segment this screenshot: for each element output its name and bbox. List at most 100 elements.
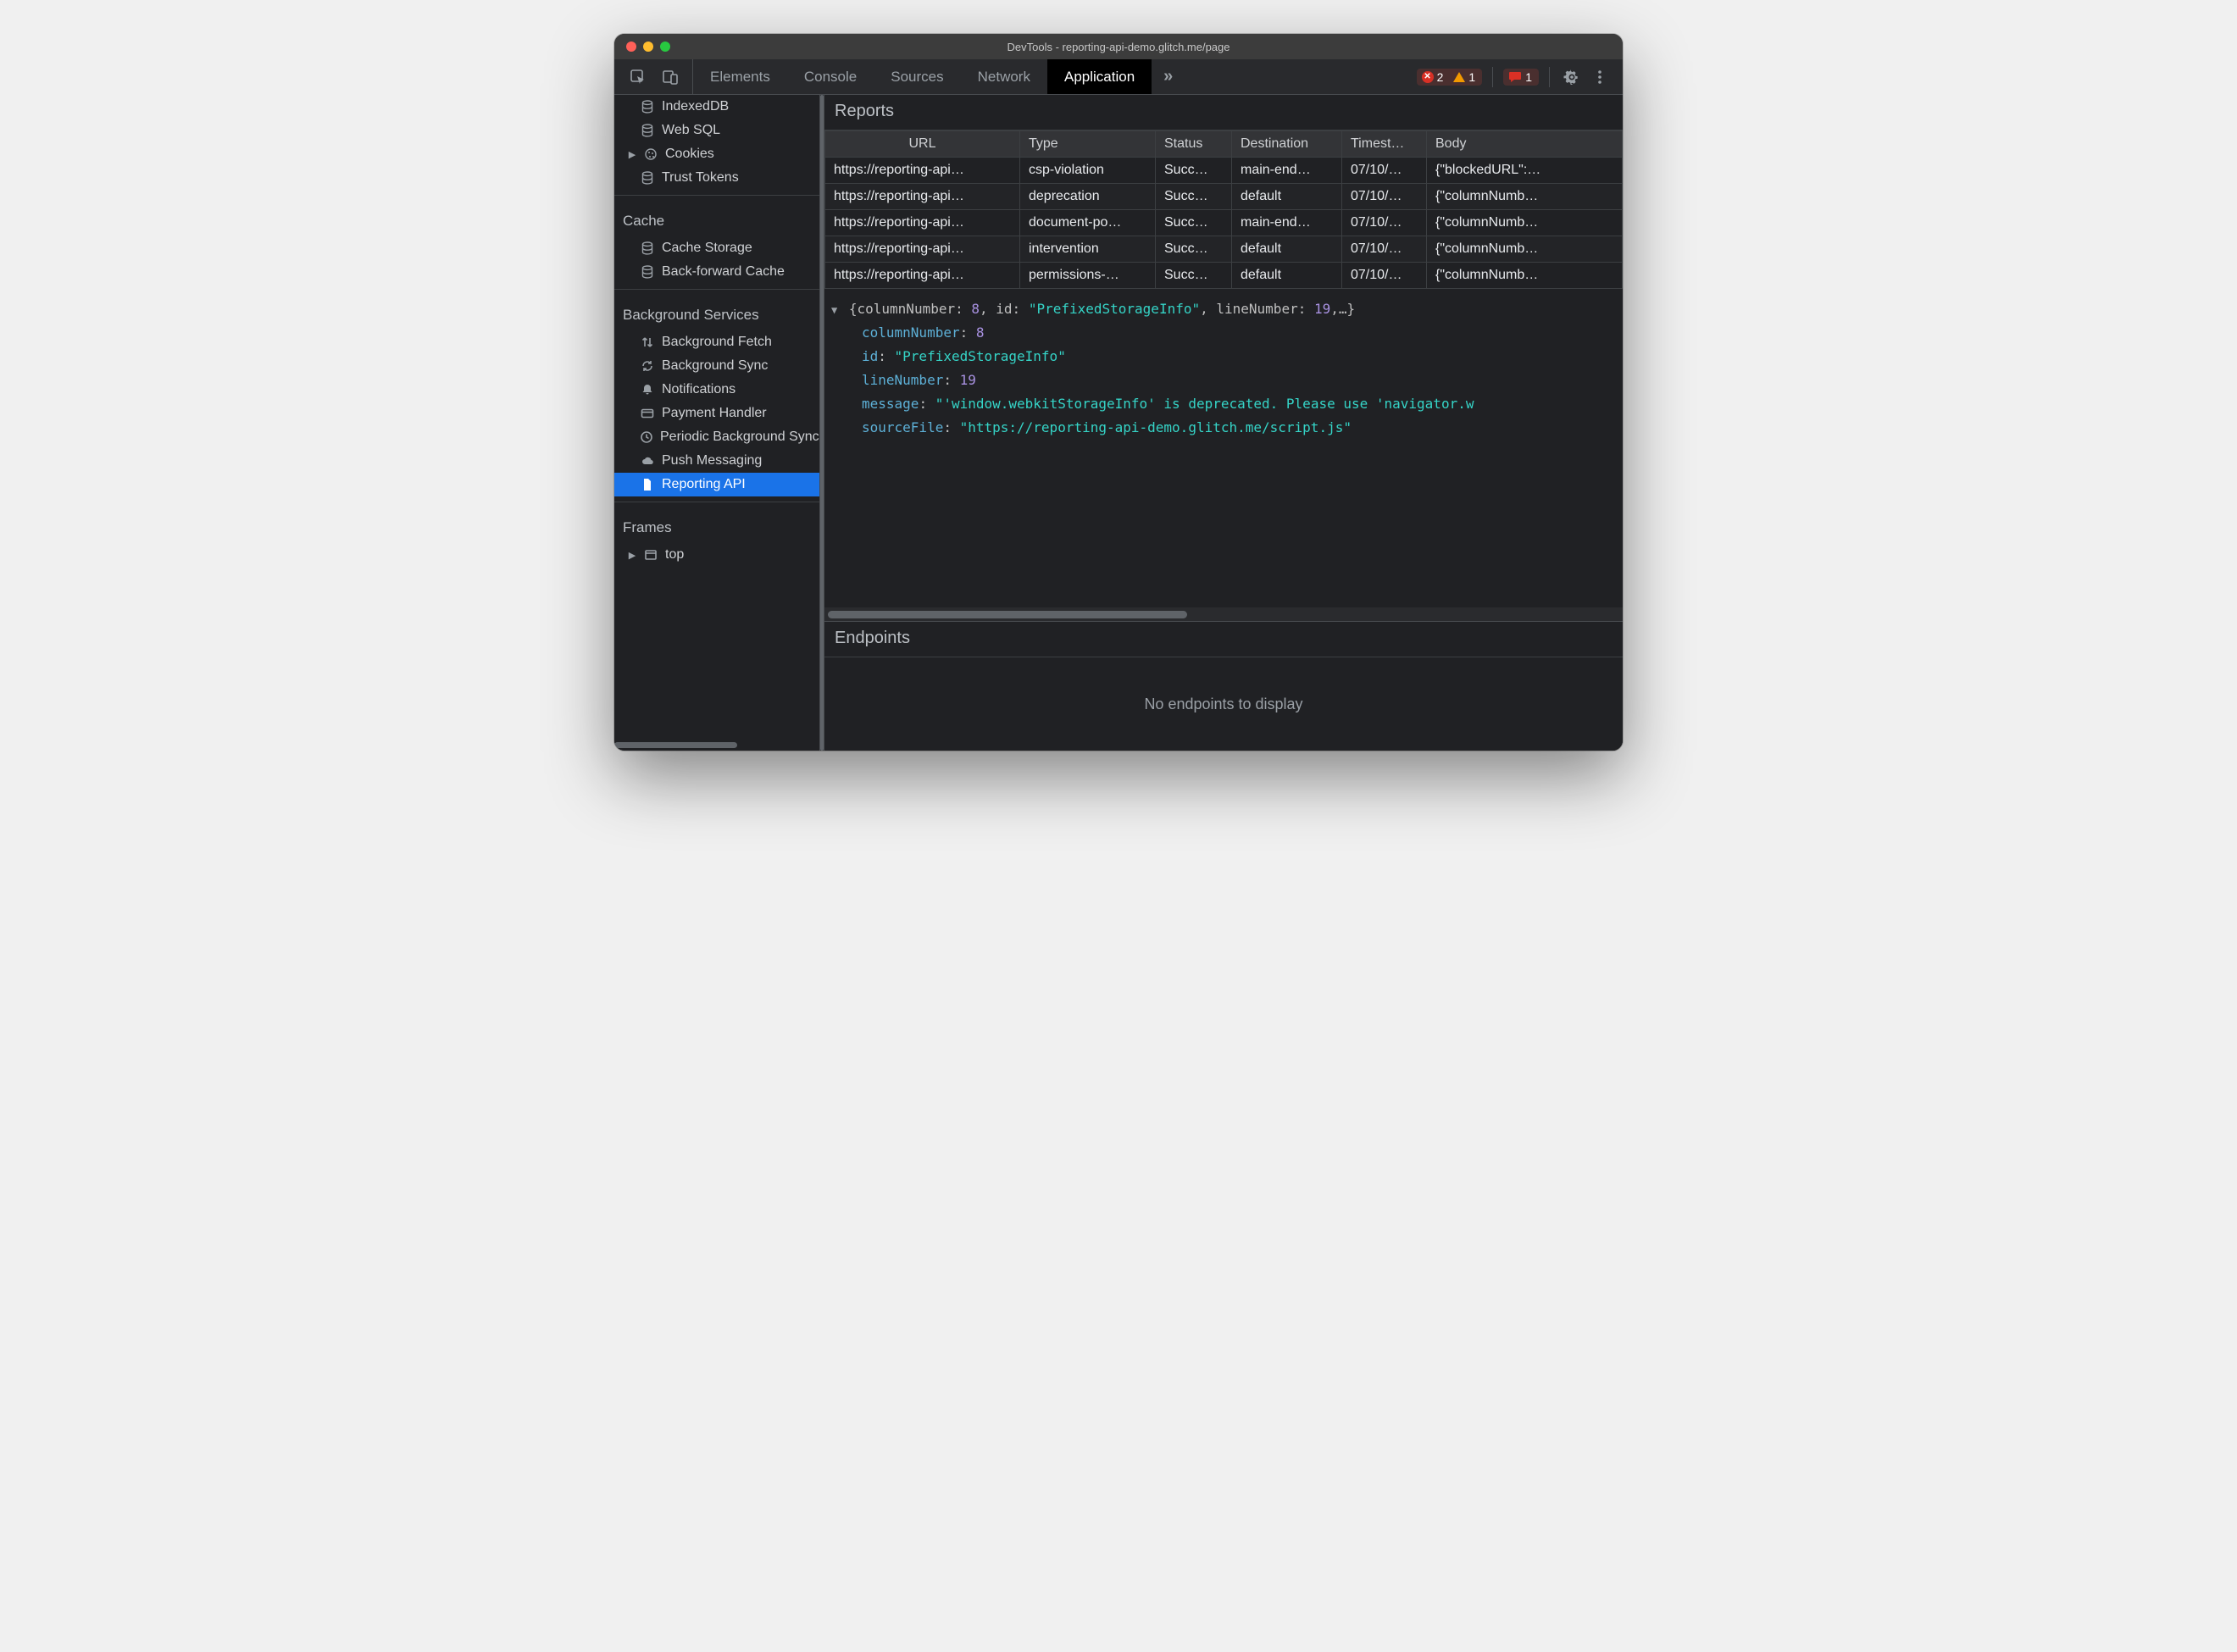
sidebar-item-indexeddb[interactable]: IndexedDB	[614, 95, 819, 119]
cell-ts: 07/10/…	[1342, 210, 1427, 236]
sidebar-item-reporting-api[interactable]: Reporting API	[614, 473, 819, 496]
application-sidebar: IndexedDB Web SQL ▶ Cookies Trust Tokens…	[614, 95, 819, 751]
object-property[interactable]: id: "PrefixedStorageInfo"	[831, 345, 1616, 369]
toolbar-left-group	[614, 59, 693, 94]
table-row[interactable]: https://reporting-api…deprecationSucc…de…	[825, 184, 1623, 210]
sidebar-item-label: Payment Handler	[662, 406, 767, 421]
prop-value: 8	[976, 324, 985, 341]
tab-sources[interactable]: Sources	[874, 59, 960, 94]
sidebar-item-bg-fetch[interactable]: Background Fetch	[614, 330, 819, 354]
more-tabs-button[interactable]: »	[1152, 59, 1185, 94]
sidebar-item-label: IndexedDB	[662, 99, 729, 114]
inspect-element-icon[interactable]	[630, 69, 647, 86]
sidebar-item-label: Push Messaging	[662, 453, 762, 468]
sidebar-item-payment-handler[interactable]: Payment Handler	[614, 402, 819, 425]
issues-icon	[1508, 71, 1522, 83]
cell-url: https://reporting-api…	[825, 263, 1020, 289]
sidebar-item-label: Background Sync	[662, 358, 768, 374]
report-detail-pane: ▼ {columnNumber: 8, id: "PrefixedStorage…	[824, 289, 1623, 607]
col-url[interactable]: URL	[825, 131, 1020, 158]
sidebar-item-notifications[interactable]: Notifications	[614, 378, 819, 402]
window-controls	[614, 42, 670, 52]
sidebar-item-bg-sync[interactable]: Background Sync	[614, 354, 819, 378]
up-down-icon	[640, 335, 655, 349]
col-body[interactable]: Body	[1427, 131, 1623, 158]
cell-dest: default	[1232, 184, 1342, 210]
cell-ts: 07/10/…	[1342, 236, 1427, 263]
object-summary[interactable]: ▼ {columnNumber: 8, id: "PrefixedStorage…	[831, 297, 1616, 321]
sidebar-item-label: Web SQL	[662, 123, 720, 138]
col-destination[interactable]: Destination	[1232, 131, 1342, 158]
cell-status: Succ…	[1156, 263, 1232, 289]
object-property[interactable]: sourceFile: "https://reporting-api-demo.…	[831, 416, 1616, 440]
cell-type: deprecation	[1020, 184, 1156, 210]
tab-elements[interactable]: Elements	[693, 59, 787, 94]
cell-type: intervention	[1020, 236, 1156, 263]
sidebar-item-push-messaging[interactable]: Push Messaging	[614, 449, 819, 473]
chevron-right-icon: ▶	[628, 149, 636, 160]
object-property[interactable]: message: "'window.webkitStorageInfo' is …	[831, 392, 1616, 416]
cell-ts: 07/10/…	[1342, 158, 1427, 184]
more-options-button[interactable]	[1589, 65, 1611, 89]
table-row[interactable]: https://reporting-api…csp-violationSucc……	[825, 158, 1623, 184]
prop-value: "PrefixedStorageInfo"	[895, 348, 1066, 364]
table-row[interactable]: https://reporting-api…interventionSucc…d…	[825, 236, 1623, 263]
sidebar-item-cache-storage[interactable]: Cache Storage	[614, 236, 819, 260]
col-type[interactable]: Type	[1020, 131, 1156, 158]
prop-key: columnNumber	[862, 324, 960, 341]
tab-application[interactable]: Application	[1047, 59, 1152, 94]
sync-icon	[640, 359, 655, 373]
table-header-row: URL Type Status Destination Timest… Body	[825, 131, 1623, 158]
tab-console[interactable]: Console	[787, 59, 874, 94]
cell-body: {"columnNumb…	[1427, 210, 1623, 236]
toolbar-divider	[1549, 67, 1550, 87]
zoom-window-button[interactable]	[660, 42, 670, 52]
cell-dest: default	[1232, 263, 1342, 289]
error-icon: ✕	[1422, 71, 1434, 83]
table-row[interactable]: https://reporting-api…permissions-…Succ……	[825, 263, 1623, 289]
sidebar-heading-bg-services: Background Services	[614, 295, 819, 330]
close-window-button[interactable]	[626, 42, 636, 52]
settings-button[interactable]	[1560, 65, 1584, 89]
error-badge[interactable]: ✕ 2 1	[1417, 69, 1483, 86]
scrollbar-thumb[interactable]	[828, 611, 1187, 618]
prop-value: "'window.webkitStorageInfo' is deprecate…	[935, 396, 1474, 412]
sidebar-item-label: Cookies	[665, 147, 714, 162]
tab-label: Console	[804, 69, 857, 86]
kebab-icon	[1592, 69, 1607, 86]
object-property[interactable]: columnNumber: 8	[831, 321, 1616, 345]
sidebar-item-bfcache[interactable]: Back-forward Cache	[614, 260, 819, 284]
minimize-window-button[interactable]	[643, 42, 653, 52]
window-title: DevTools - reporting-api-demo.glitch.me/…	[614, 41, 1623, 53]
table-row[interactable]: https://reporting-api…document-po…Succ…m…	[825, 210, 1623, 236]
sidebar-item-trust-tokens[interactable]: Trust Tokens	[614, 166, 819, 190]
frame-icon	[643, 548, 658, 562]
sidebar-item-label: Periodic Background Sync	[660, 430, 819, 445]
device-toggle-icon[interactable]	[662, 69, 679, 86]
database-icon	[640, 124, 655, 137]
sidebar-item-websql[interactable]: Web SQL	[614, 119, 819, 142]
toolbar-divider	[1492, 67, 1493, 87]
error-count: 2	[1437, 70, 1444, 84]
cell-url: https://reporting-api…	[825, 184, 1020, 210]
tab-label: Application	[1064, 69, 1135, 86]
cell-ts: 07/10/…	[1342, 184, 1427, 210]
file-icon	[640, 478, 655, 491]
col-timestamp[interactable]: Timest…	[1342, 131, 1427, 158]
issues-badge[interactable]: 1	[1503, 69, 1539, 86]
sidebar-heading-frames: Frames	[614, 507, 819, 543]
tab-network[interactable]: Network	[961, 59, 1047, 94]
main-panel: Reports URL Type Status Destination Time…	[824, 95, 1623, 751]
sidebar-item-frame-top[interactable]: ▶ top	[614, 543, 819, 567]
gear-icon	[1563, 69, 1580, 86]
prop-key: id	[862, 348, 878, 364]
scrollbar-thumb[interactable]	[614, 742, 737, 748]
cookie-icon	[643, 147, 658, 161]
detail-scrollbar[interactable]	[824, 607, 1623, 621]
sidebar-scrollbar[interactable]	[614, 739, 819, 751]
sidebar-item-cookies[interactable]: ▶ Cookies	[614, 142, 819, 166]
sidebar-item-periodic-bg-sync[interactable]: Periodic Background Sync	[614, 425, 819, 449]
col-status[interactable]: Status	[1156, 131, 1232, 158]
object-property[interactable]: lineNumber: 19	[831, 369, 1616, 392]
body: IndexedDB Web SQL ▶ Cookies Trust Tokens…	[614, 95, 1623, 751]
